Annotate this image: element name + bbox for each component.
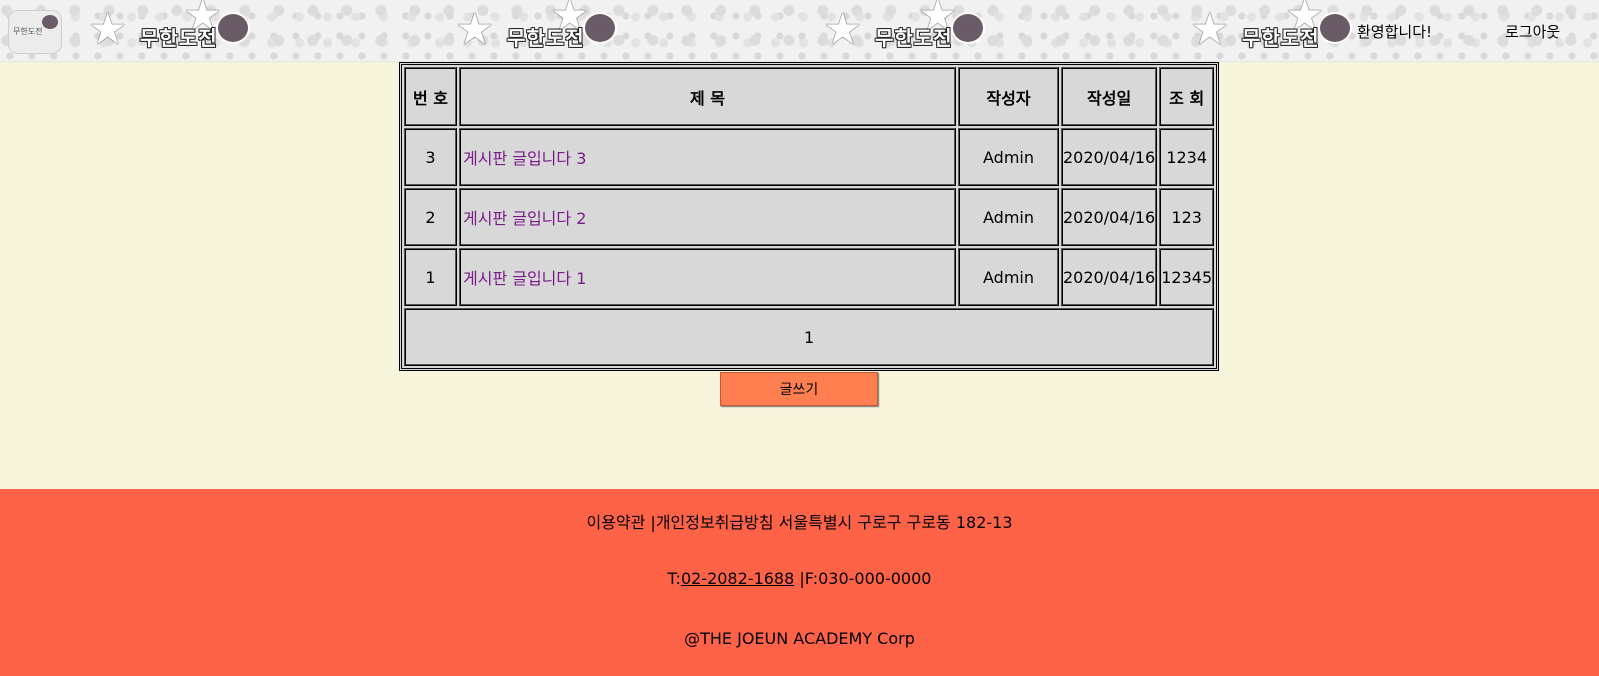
column-header-views: 조 회 bbox=[1159, 67, 1215, 126]
logo-text: 무한도전 bbox=[13, 27, 43, 36]
post-title-cell: 게시판 글입니다 2 bbox=[459, 188, 956, 246]
post-writer: Admin bbox=[958, 188, 1059, 246]
table-row: 1 게시판 글입니다 1 Admin 2020/04/16 12345 bbox=[404, 248, 1215, 306]
banner-text: 무한도전 bbox=[140, 26, 218, 50]
post-writer: Admin bbox=[958, 248, 1059, 306]
post-title-link[interactable]: 게시판 글입니다 3 bbox=[461, 149, 586, 168]
mascot-icon bbox=[1318, 12, 1352, 44]
phone-prefix: T: bbox=[667, 569, 681, 588]
mascot-icon bbox=[951, 12, 985, 44]
pagination: 1 bbox=[404, 308, 1215, 366]
post-date: 2020/04/16 bbox=[1061, 248, 1158, 306]
post-number: 1 bbox=[404, 248, 457, 306]
column-header-date: 작성일 bbox=[1061, 67, 1158, 126]
footer-contact: T:02-2082-1688 |F:030-000-0000 bbox=[0, 569, 1599, 588]
banner-text: 무한도전 bbox=[507, 26, 585, 50]
post-date: 2020/04/16 bbox=[1061, 128, 1158, 186]
post-number: 2 bbox=[404, 188, 457, 246]
banner-artwork: ★ ★ 무한도전 bbox=[1190, 0, 1360, 61]
post-title-link[interactable]: 게시판 글입니다 2 bbox=[461, 209, 586, 228]
pagination-row: 1 bbox=[404, 308, 1215, 366]
banner-text: 무한도전 bbox=[875, 26, 953, 50]
logout-link[interactable]: 로그아웃 bbox=[1505, 21, 1560, 42]
column-header-number: 번 호 bbox=[404, 67, 457, 126]
mascot-icon bbox=[216, 12, 250, 44]
post-number: 3 bbox=[404, 128, 457, 186]
footer-address: 이용약관 |개인정보취급방침 서울특별시 구로구 구로동 182-13 bbox=[586, 513, 1013, 532]
mascot-icon bbox=[583, 12, 617, 44]
banner-artwork: ★ ★ 무한도전 bbox=[823, 0, 993, 61]
phone-link[interactable]: 02-2082-1688 bbox=[681, 569, 794, 588]
post-title-link[interactable]: 게시판 글입니다 1 bbox=[461, 269, 586, 288]
mascot-icon bbox=[42, 15, 58, 29]
banner-text: 무한도전 bbox=[1242, 26, 1320, 50]
footer: 이용약관 |개인정보취급방침 서울특별시 구로구 구로동 182-13 T:02… bbox=[0, 489, 1599, 676]
banner-artwork: ★ ★ 무한도전 bbox=[455, 0, 625, 61]
site-logo[interactable]: 무한도전 bbox=[8, 10, 62, 54]
post-title-cell: 게시판 글입니다 3 bbox=[459, 128, 956, 186]
banner-artwork: ★ ★ 무한도전 bbox=[88, 0, 258, 61]
fax-number: |F:030-000-0000 bbox=[794, 569, 932, 588]
post-writer: Admin bbox=[958, 128, 1059, 186]
write-post-button[interactable]: 글쓰기 bbox=[720, 372, 878, 406]
board-table: 번 호 제 목 작성자 작성일 조 회 3 게시판 글입니다 3 Admin 2… bbox=[399, 62, 1220, 371]
table-header-row: 번 호 제 목 작성자 작성일 조 회 bbox=[404, 67, 1215, 126]
post-views: 1234 bbox=[1159, 128, 1215, 186]
post-views: 123 bbox=[1159, 188, 1215, 246]
header-banner: 무한도전 ★ ★ 무한도전 ★ ★ 무한도전 ★ ★ 무한도전 ★ ★ 무한도전… bbox=[0, 0, 1599, 62]
post-views: 12345 bbox=[1159, 248, 1215, 306]
post-title-cell: 게시판 글입니다 1 bbox=[459, 248, 956, 306]
column-header-writer: 작성자 bbox=[958, 67, 1059, 126]
page-link[interactable]: 1 bbox=[804, 328, 814, 347]
post-date: 2020/04/16 bbox=[1061, 188, 1158, 246]
table-row: 2 게시판 글입니다 2 Admin 2020/04/16 123 bbox=[404, 188, 1215, 246]
table-row: 3 게시판 글입니다 3 Admin 2020/04/16 1234 bbox=[404, 128, 1215, 186]
welcome-message: 환영합니다! bbox=[1357, 23, 1433, 41]
column-header-title: 제 목 bbox=[459, 67, 956, 126]
footer-copyright: @THE JOEUN ACADEMY Corp bbox=[684, 629, 915, 648]
